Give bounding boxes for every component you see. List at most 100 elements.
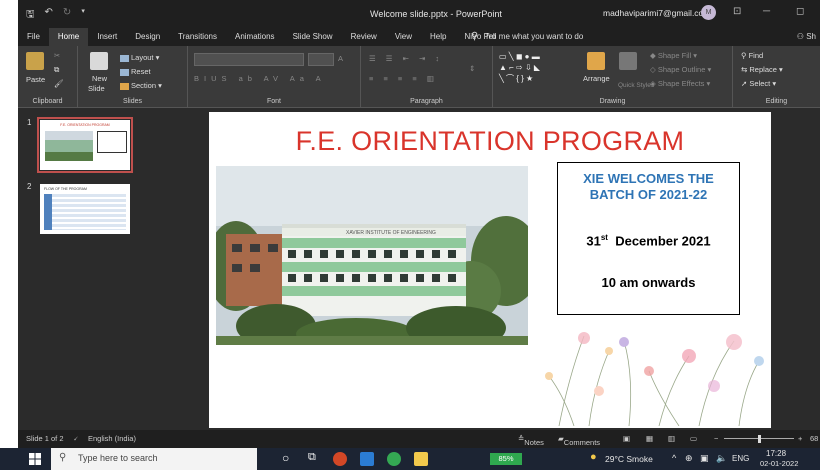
share-button[interactable]: ⚇ Sh bbox=[797, 28, 816, 46]
tab-animations[interactable]: Animations bbox=[226, 28, 284, 46]
new-slide-label-2[interactable]: Slide bbox=[88, 84, 105, 93]
shape-effects-button[interactable]: ◈ Shape Effects ▾ bbox=[650, 79, 710, 88]
tell-me-search[interactable]: ⚲ Tell me what you want to do bbox=[471, 28, 583, 46]
building-sign: XAVIER INSTITUTE OF ENGINEERING bbox=[346, 230, 436, 236]
spell-check-icon[interactable]: 🗸 bbox=[73, 434, 78, 444]
language-indicator[interactable]: English (India) bbox=[88, 434, 136, 443]
battery-indicator[interactable]: 85% bbox=[490, 453, 522, 465]
tab-help[interactable]: Help bbox=[421, 28, 455, 46]
reset-button[interactable]: Reset bbox=[120, 67, 151, 76]
save-icon[interactable]: 🖫 bbox=[26, 7, 35, 24]
tab-slide-show[interactable]: Slide Show bbox=[284, 28, 342, 46]
tab-view[interactable]: View bbox=[386, 28, 421, 46]
tab-design[interactable]: Design bbox=[126, 28, 169, 46]
new-slide-icon[interactable] bbox=[90, 52, 108, 70]
welcome-textbox[interactable]: XIE WELCOMES THE BATCH OF 2021-22 31st D… bbox=[557, 162, 740, 315]
arrange-button[interactable]: Arrange bbox=[583, 74, 610, 83]
word-taskbar-icon[interactable] bbox=[360, 452, 374, 466]
input-language[interactable]: ENG bbox=[732, 454, 749, 463]
windows-start-icon[interactable] bbox=[29, 453, 41, 465]
editing-group: ⚲ Find ⇆ Replace ▾ ➚ Select ▾ Editing bbox=[733, 46, 820, 108]
find-label: Find bbox=[748, 51, 764, 60]
powerpoint-taskbar-icon[interactable] bbox=[333, 452, 347, 466]
layout-button[interactable]: Layout ▾ bbox=[120, 53, 159, 62]
section-label: Section bbox=[131, 81, 157, 90]
chrome-taskbar-icon[interactable] bbox=[387, 452, 401, 466]
avatar[interactable]: M bbox=[701, 5, 716, 20]
taskbar-search-box[interactable]: ⚲ Type here to search bbox=[51, 448, 257, 470]
slide-sorter-icon[interactable]: ▦ bbox=[646, 434, 653, 443]
date-month-year: December 2021 bbox=[607, 233, 711, 249]
display-icon[interactable]: ▣ bbox=[700, 453, 709, 464]
network-icon[interactable]: ⊕ bbox=[685, 453, 693, 464]
clock-time[interactable]: 17:28 bbox=[766, 449, 786, 458]
list-buttons[interactable]: ☰ ☰ ⇤ ⇥ ↕ bbox=[369, 54, 443, 63]
quick-styles-button[interactable]: Quick Styles bbox=[618, 82, 654, 89]
notes-button[interactable]: ≙ Notes bbox=[518, 434, 544, 447]
account-email[interactable]: madhaviparimi7@gmail.com bbox=[603, 8, 710, 18]
slideshow-icon[interactable]: ▭ bbox=[690, 434, 697, 443]
shape-fill-button[interactable]: ◆ Shape Fill ▾ bbox=[650, 51, 697, 60]
task-view-icon[interactable]: ⧉ bbox=[308, 451, 316, 464]
tab-file[interactable]: File bbox=[18, 28, 49, 46]
college-building-photo[interactable]: XAVIER INSTITUTE OF ENGINEERING bbox=[216, 166, 528, 345]
shape-outline-button[interactable]: ◇ Shape Outline ▾ bbox=[650, 65, 711, 74]
font-size-field[interactable] bbox=[308, 53, 334, 66]
restore-icon[interactable]: ◻ bbox=[796, 6, 804, 17]
section-button[interactable]: Section ▾ bbox=[120, 81, 162, 90]
slide-title[interactable]: F.E. ORIENTATION PROGRAM bbox=[209, 126, 771, 157]
slide-canvas[interactable]: F.E. ORIENTATION PROGRAM XAVIER INSTITUT… bbox=[209, 112, 771, 428]
tab-review[interactable]: Review bbox=[342, 28, 386, 46]
shape-outline-label: Shape Outline bbox=[657, 65, 706, 74]
text-direction-icon[interactable]: ⇕ bbox=[469, 64, 475, 73]
zoom-slider-thumb[interactable] bbox=[758, 435, 761, 443]
file-explorer-taskbar-icon[interactable] bbox=[414, 452, 428, 466]
cut-icon[interactable]: ✂ bbox=[54, 51, 60, 60]
font-name-field[interactable] bbox=[194, 53, 304, 66]
date-day: 31 bbox=[586, 233, 601, 249]
tab-insert[interactable]: Insert bbox=[88, 28, 126, 46]
select-button[interactable]: ➚ Select ▾ bbox=[741, 79, 776, 88]
align-buttons[interactable]: ≡ ≡ ≡ ≡ ▥ bbox=[369, 74, 438, 83]
find-button[interactable]: ⚲ Find bbox=[741, 51, 763, 60]
arrange-icon[interactable] bbox=[587, 52, 605, 70]
tab-transitions[interactable]: Transitions bbox=[169, 28, 226, 46]
zoom-out-icon[interactable]: − bbox=[714, 434, 718, 443]
ribbon-display-options-icon[interactable]: ⊡ bbox=[733, 6, 741, 17]
paste-icon[interactable] bbox=[26, 52, 44, 70]
grow-font-icon[interactable]: A bbox=[338, 54, 343, 63]
paste-button[interactable]: Paste bbox=[26, 75, 45, 84]
tab-home[interactable]: Home bbox=[48, 28, 89, 46]
shapes-gallery[interactable]: ▭ ╲ ◼ ● ▬ ▲ ⌐ ⇨ ⇩ ◣ ╲ ⌒ { } ★ bbox=[499, 51, 575, 87]
font-format-buttons[interactable]: BIUS ab AV Aa A bbox=[194, 74, 326, 83]
thumbnail-number: 2 bbox=[27, 182, 32, 191]
search-placeholder: Type here to search bbox=[78, 453, 158, 463]
tell-me-label: Tell me what you want to do bbox=[484, 32, 584, 41]
redo-icon[interactable]: ↻ bbox=[63, 7, 71, 24]
slide-thumbnail-1[interactable]: F.E. ORIENTATION PROGRAM bbox=[37, 117, 133, 173]
replace-button[interactable]: ⇆ Replace ▾ bbox=[741, 65, 783, 74]
show-hidden-icons-icon[interactable]: ^ bbox=[672, 453, 676, 463]
undo-icon[interactable]: ↶ bbox=[45, 7, 53, 24]
format-painter-icon[interactable]: 🖌 bbox=[54, 79, 64, 88]
normal-view-icon[interactable]: ▣ bbox=[623, 434, 630, 443]
customize-qat-icon[interactable]: ▾ bbox=[81, 7, 85, 24]
font-label: Font bbox=[266, 98, 281, 105]
volume-icon[interactable]: 🔈 bbox=[716, 453, 727, 464]
welcome-text: XIE WELCOMES THE BATCH OF 2021-22 bbox=[558, 171, 739, 203]
slide-thumbnail-2[interactable]: FLOW OF THE PROGRAM bbox=[40, 184, 130, 234]
new-slide-label[interactable]: New bbox=[92, 74, 107, 83]
weather-text[interactable]: 29°C Smoke bbox=[605, 454, 653, 464]
zoom-level[interactable]: 68 bbox=[810, 434, 818, 443]
comments-button[interactable]: ▰ Comments bbox=[558, 434, 600, 447]
minimize-icon[interactable]: ─ bbox=[763, 6, 770, 17]
weather-icon[interactable]: ● bbox=[590, 451, 597, 463]
quick-styles-icon[interactable] bbox=[619, 52, 637, 70]
clock-date[interactable]: 02-01-2022 bbox=[760, 459, 798, 468]
cortana-icon[interactable]: ○ bbox=[282, 451, 289, 465]
zoom-in-icon[interactable]: + bbox=[798, 434, 802, 443]
windows-taskbar: ⚲ Type here to search ○ ⧉ 85% ● 29°C Smo… bbox=[0, 448, 820, 470]
reading-view-icon[interactable]: ▥ bbox=[668, 434, 675, 443]
copy-icon[interactable]: ⧉ bbox=[54, 65, 59, 75]
find-icon: ⚲ bbox=[741, 51, 747, 60]
